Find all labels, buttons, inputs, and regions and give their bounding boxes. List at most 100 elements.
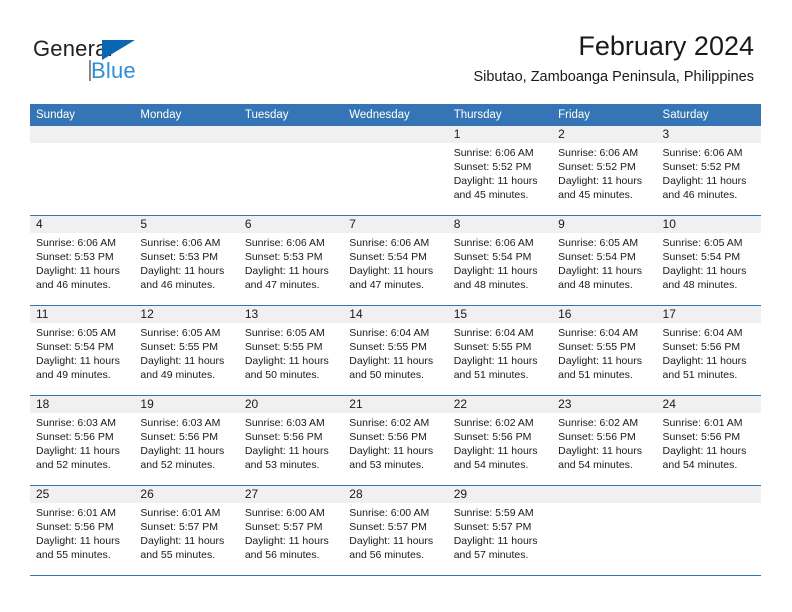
day-cell[interactable]: Sunrise: 6:06 AM Sunset: 5:53 PM Daylight:… bbox=[30, 233, 134, 305]
calendar-week-row: 4 5 6 7 8 9 10 Sunrise: 6:06 AM Sunset: 5:53 PM D… bbox=[30, 216, 761, 306]
sunset-text: Sunset: 5:56 PM bbox=[349, 431, 427, 443]
day-detail-band: Sunrise: 6:03 AM Sunset: 5:56 PM Daylight:… bbox=[30, 413, 761, 485]
general-blue-logo: General Blue bbox=[33, 36, 223, 86]
sunrise-text: Sunrise: 6:03 AM bbox=[244, 417, 325, 429]
page-title: February 2024 bbox=[578, 31, 754, 61]
day-cell[interactable]: Sunrise: 6:06 AM Sunset: 5:52 PM Daylight:… bbox=[657, 143, 761, 215]
day-number[interactable]: 14 bbox=[343, 306, 447, 323]
page-subtitle: Sibutao, Zamboanga Peninsula, Philippine… bbox=[473, 69, 754, 85]
weekday-header-thursday: Thursday bbox=[453, 109, 502, 121]
day-cell-empty bbox=[343, 143, 447, 215]
day-number[interactable]: 29 bbox=[448, 486, 552, 503]
day-number[interactable]: 8 bbox=[448, 216, 552, 233]
day-cell[interactable]: Sunrise: 6:03 AM Sunset: 5:56 PM Daylight:… bbox=[239, 413, 343, 485]
day-cell[interactable]: Sunrise: 6:02 AM Sunset: 5:56 PM Daylight:… bbox=[448, 413, 552, 485]
day-cell[interactable]: Sunrise: 6:04 AM Sunset: 5:55 PM Daylight:… bbox=[343, 323, 447, 395]
day-number[interactable]: 2 bbox=[552, 126, 656, 143]
sunrise-text: Sunrise: 6:05 AM bbox=[558, 237, 639, 249]
sunrise-text: Sunrise: 6:06 AM bbox=[349, 237, 430, 249]
daylight-text: Daylight: 11 hours and 53 minutes. bbox=[349, 445, 434, 471]
day-number[interactable]: 28 bbox=[343, 486, 447, 503]
day-number[interactable]: 3 bbox=[657, 126, 761, 143]
daylight-text: Daylight: 11 hours and 51 minutes. bbox=[558, 355, 642, 381]
day-number[interactable]: 25 bbox=[30, 486, 134, 503]
daylight-text: Daylight: 11 hours and 46 minutes. bbox=[140, 265, 225, 291]
daylight-text: Daylight: 11 hours and 45 minutes. bbox=[558, 175, 642, 201]
day-cell[interactable]: Sunrise: 6:02 AM Sunset: 5:56 PM Daylight:… bbox=[552, 413, 656, 485]
sunrise-text: Sunrise: 6:06 AM bbox=[140, 237, 221, 249]
day-number[interactable]: 6 bbox=[239, 216, 343, 233]
day-number[interactable]: 11 bbox=[30, 306, 134, 323]
daylight-text: Daylight: 11 hours and 54 minutes. bbox=[453, 445, 538, 471]
sunrise-text: Sunrise: 6:04 AM bbox=[453, 327, 534, 339]
day-number[interactable]: 12 bbox=[134, 306, 238, 323]
day-number[interactable]: 17 bbox=[657, 306, 761, 323]
day-cell[interactable]: Sunrise: 6:00 AM Sunset: 5:57 PM Daylight:… bbox=[343, 503, 447, 575]
day-cell[interactable]: Sunrise: 6:03 AM Sunset: 5:56 PM Daylight:… bbox=[134, 413, 238, 485]
day-cell[interactable]: Sunrise: 6:06 AM Sunset: 5:54 PM Daylight:… bbox=[343, 233, 447, 305]
sunrise-text: Sunrise: 6:00 AM bbox=[349, 507, 430, 519]
day-number[interactable]: 27 bbox=[239, 486, 343, 503]
sunrise-text: Sunrise: 6:01 AM bbox=[36, 507, 116, 519]
day-number[interactable]: 26 bbox=[134, 486, 238, 503]
day-number[interactable]: 15 bbox=[448, 306, 552, 323]
day-cell[interactable]: Sunrise: 6:06 AM Sunset: 5:53 PM Daylight:… bbox=[239, 233, 343, 305]
day-cell[interactable]: Sunrise: 6:05 AM Sunset: 5:54 PM Daylight:… bbox=[657, 233, 761, 305]
day-number[interactable]: 5 bbox=[134, 216, 238, 233]
day-number[interactable]: 10 bbox=[657, 216, 761, 233]
day-cell[interactable]: Sunrise: 6:06 AM Sunset: 5:54 PM Daylight:… bbox=[448, 233, 552, 305]
day-cell[interactable]: Sunrise: 6:03 AM Sunset: 5:56 PM Daylight:… bbox=[30, 413, 134, 485]
sunrise-text: Sunrise: 6:02 AM bbox=[558, 417, 639, 429]
day-number[interactable]: 4 bbox=[30, 216, 134, 233]
day-number-band: 123 bbox=[30, 126, 761, 143]
daylight-text: Daylight: 11 hours and 45 minutes. bbox=[453, 175, 538, 201]
sunset-text: Sunset: 5:53 PM bbox=[244, 251, 323, 263]
day-number[interactable]: 22 bbox=[448, 396, 552, 413]
day-cell[interactable]: Sunrise: 6:06 AM Sunset: 5:52 PM Daylight:… bbox=[552, 143, 656, 215]
day-cell[interactable]: Sunrise: 6:05 AM Sunset: 5:54 PM Daylight:… bbox=[552, 233, 656, 305]
day-number[interactable]: 13 bbox=[239, 306, 343, 323]
sunrise-text: Sunrise: 6:04 AM bbox=[349, 327, 430, 339]
day-detail-band: Sunrise: 6:06 AM Sunset: 5:52 PM Daylight:… bbox=[30, 143, 761, 215]
day-cell[interactable]: Sunrise: 6:04 AM Sunset: 5:55 PM Daylight:… bbox=[448, 323, 552, 395]
day-number-band: 4 5 6 7 8 9 10 bbox=[30, 216, 761, 233]
sunset-text: Sunset: 5:56 PM bbox=[140, 431, 219, 443]
day-cell[interactable]: Sunrise: 6:05 AM Sunset: 5:54 PM Daylight:… bbox=[30, 323, 134, 395]
sunrise-text: Sunrise: 6:05 AM bbox=[36, 327, 116, 339]
daylight-text: Daylight: 11 hours and 47 minutes. bbox=[244, 265, 329, 291]
sunset-text: Sunset: 5:57 PM bbox=[244, 521, 323, 533]
day-cell[interactable]: Sunrise: 6:01 AM Sunset: 5:57 PM Daylight:… bbox=[134, 503, 238, 575]
day-cell[interactable]: Sunrise: 6:04 AM Sunset: 5:56 PM Daylight:… bbox=[657, 323, 761, 395]
day-number[interactable]: 18 bbox=[30, 396, 134, 413]
day-cell[interactable]: Sunrise: 6:01 AM Sunset: 5:56 PM Daylight:… bbox=[657, 413, 761, 485]
day-number[interactable]: 20 bbox=[239, 396, 343, 413]
day-cell[interactable]: Sunrise: 6:05 AM Sunset: 5:55 PM Daylight:… bbox=[239, 323, 343, 395]
day-cell[interactable]: Sunrise: 6:02 AM Sunset: 5:56 PM Daylight:… bbox=[343, 413, 447, 485]
day-cell[interactable]: Sunrise: 5:59 AM Sunset: 5:57 PM Daylight:… bbox=[448, 503, 552, 575]
page-header: General Blue February 2024 Sibutao, Zamb… bbox=[0, 0, 792, 104]
day-cell[interactable]: Sunrise: 6:06 AM Sunset: 5:53 PM Daylight:… bbox=[134, 233, 238, 305]
sunset-text: Sunset: 5:52 PM bbox=[453, 161, 532, 173]
day-cell[interactable]: Sunrise: 6:00 AM Sunset: 5:57 PM Daylight:… bbox=[239, 503, 343, 575]
day-cell[interactable]: Sunrise: 6:05 AM Sunset: 5:55 PM Daylight:… bbox=[134, 323, 238, 395]
day-cell[interactable]: Sunrise: 6:04 AM Sunset: 5:55 PM Daylight:… bbox=[552, 323, 656, 395]
sunset-text: Sunset: 5:56 PM bbox=[558, 431, 636, 443]
day-number[interactable]: 23 bbox=[552, 396, 656, 413]
day-number-empty bbox=[30, 126, 134, 143]
daylight-text: Daylight: 11 hours and 49 minutes. bbox=[140, 355, 225, 381]
day-number[interactable]: 16 bbox=[552, 306, 656, 323]
sunset-text: Sunset: 5:55 PM bbox=[558, 341, 636, 353]
day-number[interactable]: 24 bbox=[657, 396, 761, 413]
day-number[interactable]: 19 bbox=[134, 396, 238, 413]
day-number[interactable]: 21 bbox=[343, 396, 447, 413]
day-cell[interactable]: Sunrise: 6:06 AM Sunset: 5:52 PM Daylight:… bbox=[448, 143, 552, 215]
sunrise-text: Sunrise: 5:59 AM bbox=[453, 507, 534, 519]
day-number[interactable]: 9 bbox=[552, 216, 656, 233]
day-number-empty bbox=[343, 126, 447, 143]
sunset-text: Sunset: 5:56 PM bbox=[244, 431, 323, 443]
day-number[interactable]: 7 bbox=[343, 216, 447, 233]
day-number-band: 25 26 27 28 29 bbox=[30, 486, 761, 503]
day-detail-band: Sunrise: 6:05 AM Sunset: 5:54 PM Daylight:… bbox=[30, 323, 761, 395]
day-cell[interactable]: Sunrise: 6:01 AM Sunset: 5:56 PM Daylight:… bbox=[30, 503, 134, 575]
day-number[interactable]: 1 bbox=[448, 126, 552, 143]
